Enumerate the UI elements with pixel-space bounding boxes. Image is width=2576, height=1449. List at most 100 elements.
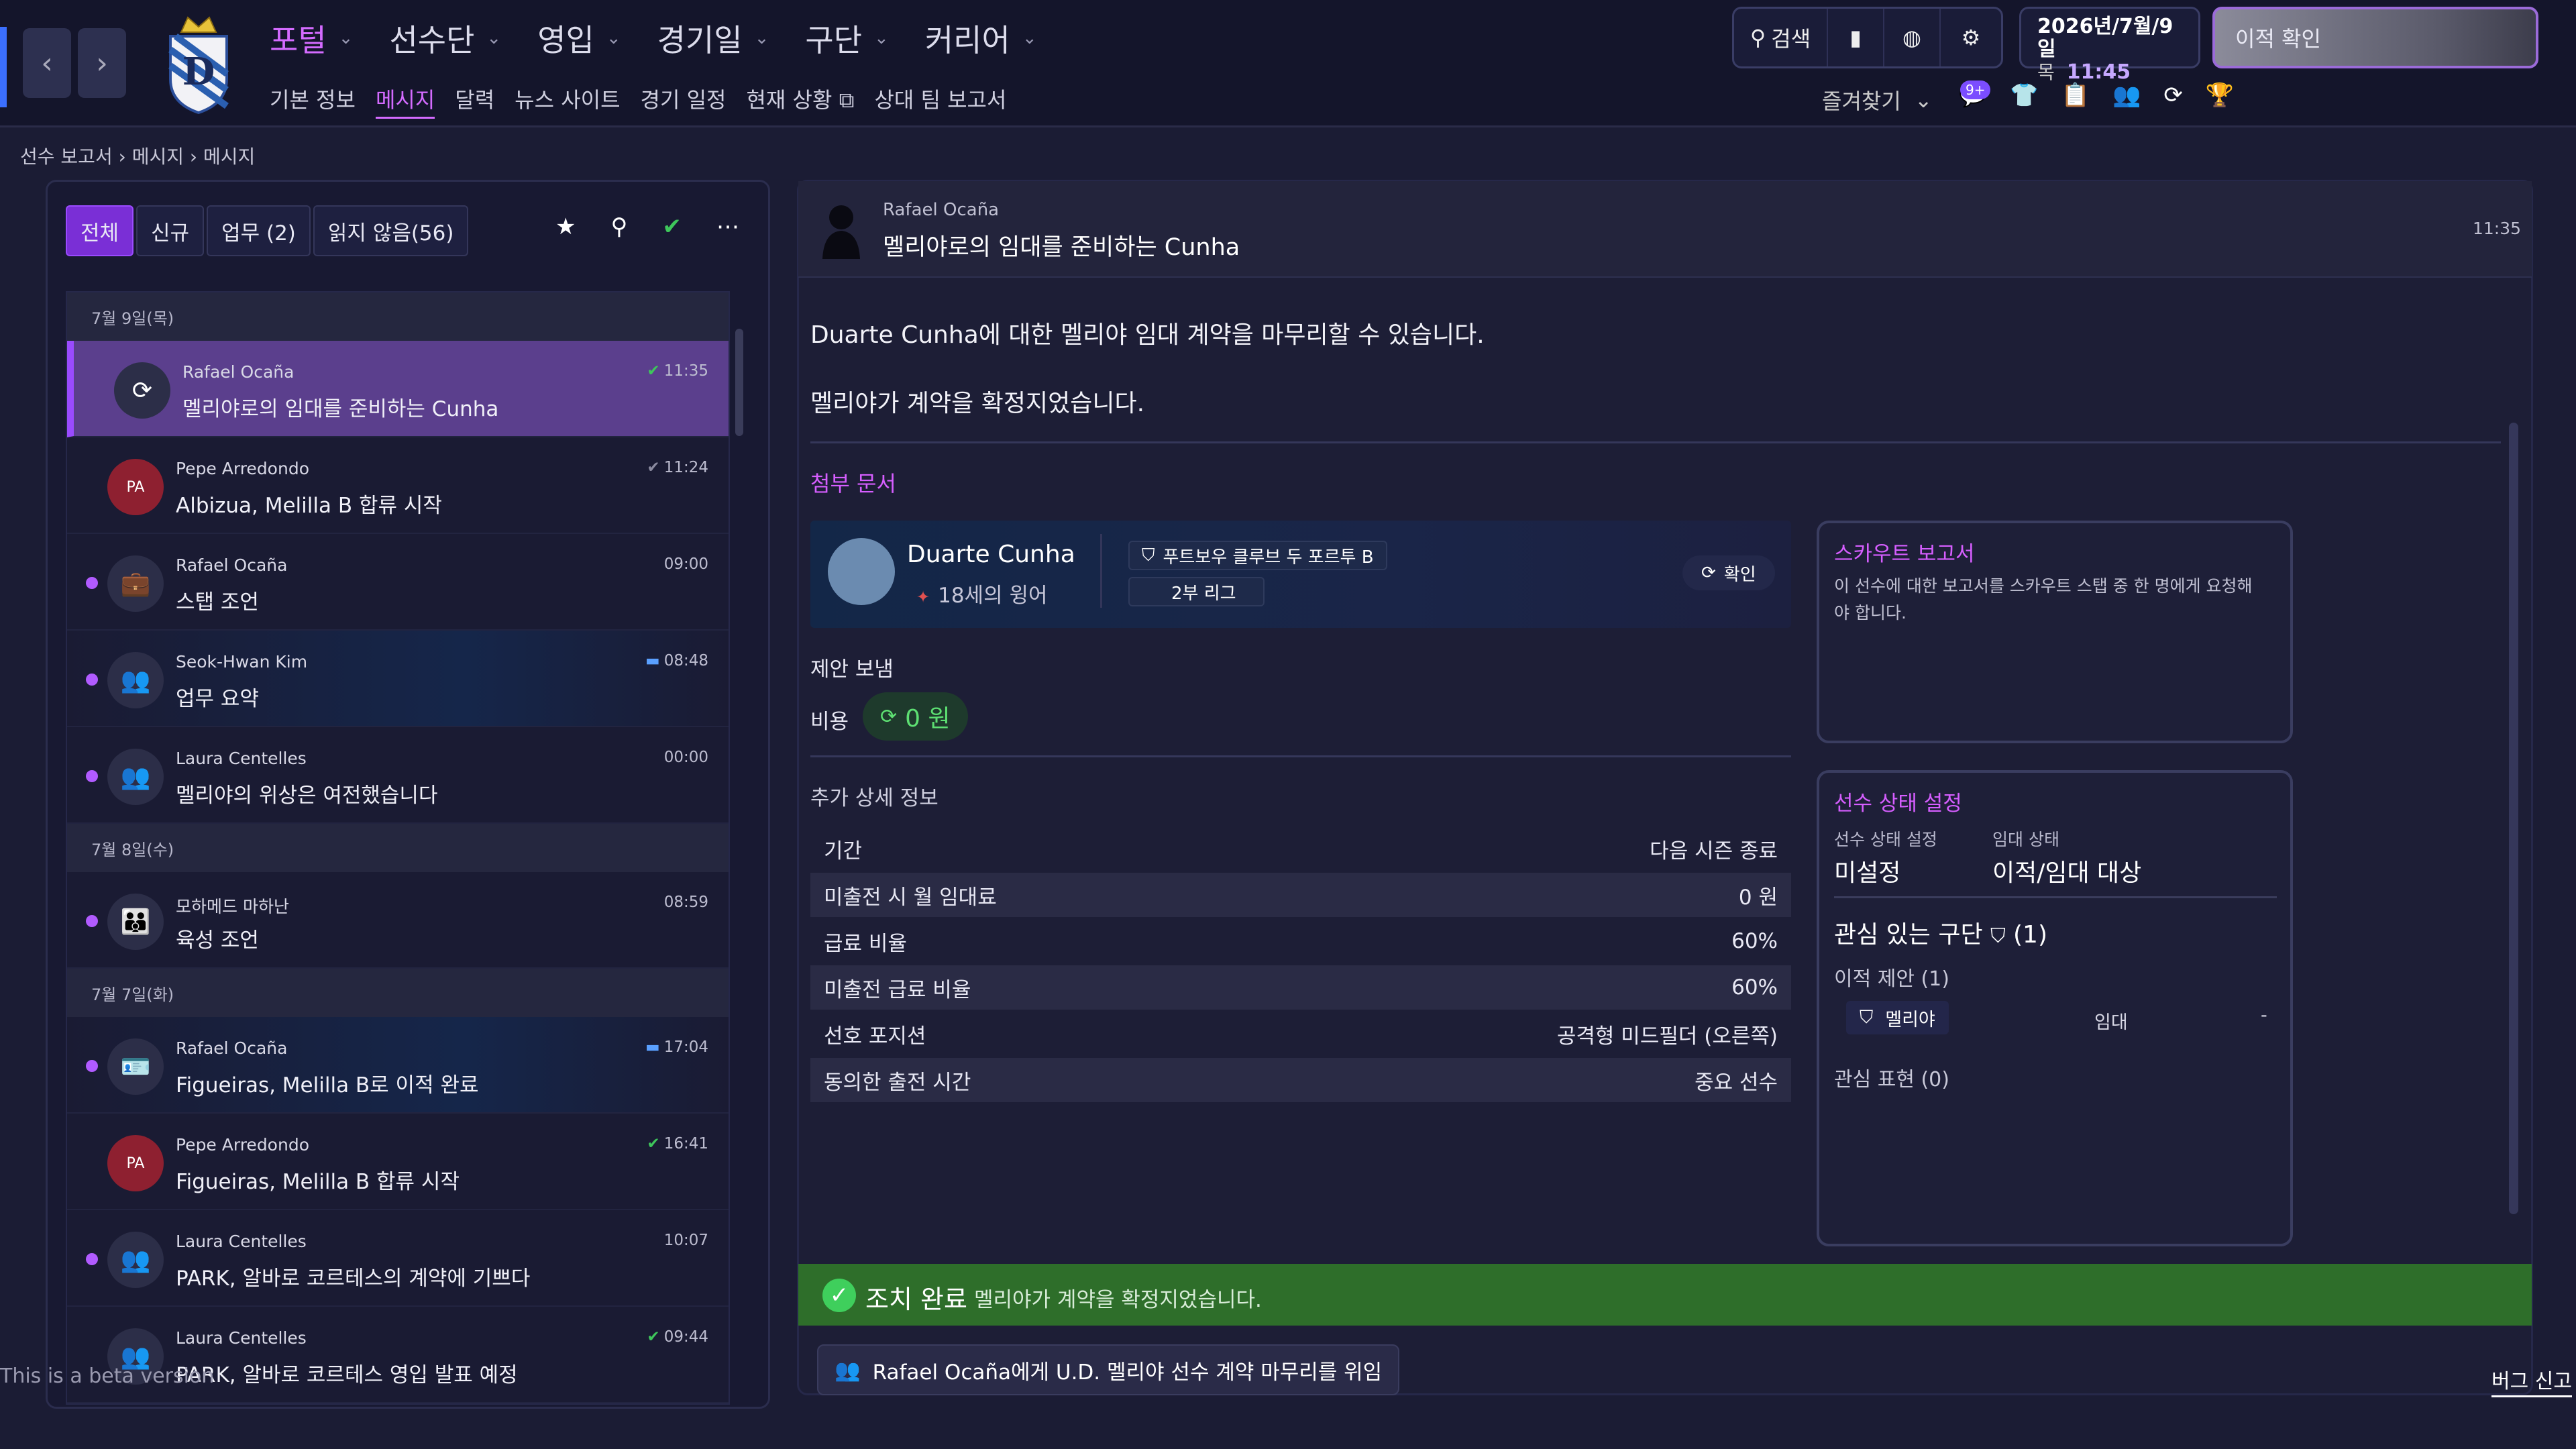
shirt-icon[interactable]: 👕 [2010, 82, 2038, 109]
forward-button[interactable]: › [78, 28, 126, 98]
search-icon[interactable]: ⚲ [610, 213, 627, 240]
detail-key: 선호 포지션 [824, 1024, 926, 1049]
message-scrollbar[interactable] [2509, 423, 2518, 1214]
refresh-icon[interactable]: ⟳ [2163, 82, 2183, 109]
message-sender: Seok-Hwan Kim [176, 652, 308, 672]
staff-icon: 👥 [835, 1358, 861, 1383]
message-subject: 업무 요약 [176, 687, 259, 711]
status-label: 선수 상태 설정 [1834, 830, 1937, 849]
offer-club-chip[interactable]: ⛉ 멜리야 [1846, 1001, 1949, 1034]
message-body-line: 멜리야가 계약을 확정지었습니다. [810, 390, 1145, 417]
subnav-overview[interactable]: 기본 정보 [270, 83, 356, 119]
divider [1834, 896, 2277, 898]
nav-career[interactable]: 커리어 ⌄ [925, 16, 1037, 60]
filter-new[interactable]: 신규 [136, 205, 205, 256]
message-item[interactable]: 💼 Rafael Ocaña 스탭 조언 09:00 [67, 534, 729, 631]
date-group-header: 7월 9일(목) [67, 292, 729, 341]
current-date: 2026년/7월/9일 [2037, 15, 2174, 61]
message-time-wrap: ✔ 11:24 [647, 459, 708, 476]
nav-matchday[interactable]: 경기일 ⌄ [657, 16, 769, 60]
subnav-status[interactable]: 현재 상황 ⧉ [746, 83, 854, 119]
nav-squad[interactable]: 선수단 ⌄ [389, 16, 501, 60]
gear-icon: ⚙ [1961, 25, 1981, 50]
shield-icon: ⛉ [1990, 924, 2006, 948]
refresh-icon: ⟳ [880, 704, 898, 729]
chevron-right-icon: › [96, 46, 108, 80]
offer-club-name: 멜리야 [1885, 1009, 1935, 1030]
offer-fee: - [2261, 1005, 2267, 1026]
inbox-tools: ★ ⚲ ✔ ⋯ [555, 213, 739, 240]
check-circle-icon: ✓ [822, 1279, 856, 1312]
subnav-news[interactable]: 뉴스 사이트 [515, 83, 620, 119]
message-item[interactable]: 👥 Laura Centelles PARK, 알바로 코르테스의 계약에 기쁘다 1… [67, 1210, 729, 1307]
message-subject: Albizua, Melilla B 합류 시작 [176, 494, 442, 518]
nav-recruitment[interactable]: 영입 ⌄ [537, 16, 621, 60]
loan-status-value[interactable]: 이적/임대 대상 [1992, 853, 2141, 888]
search-icon: ⚲ [1750, 25, 1766, 50]
message-item[interactable]: 👥 Laura Centelles PARK, 알바로 코르테스 영입 발표 예정 ✔… [67, 1307, 729, 1403]
date-box[interactable]: 2026년/7월/9일 목 11:45 [2019, 7, 2200, 84]
scout-report-desc: 이 선수에 대한 보고서를 스카우트 스탭 중 한 명에게 요청해야 합니다. [1834, 576, 2253, 623]
unread-dot-icon [86, 915, 98, 927]
message-time: 09:44 [663, 1328, 708, 1346]
nav-club[interactable]: 구단 ⌄ [805, 16, 888, 60]
inbox-scrollbar[interactable] [735, 329, 743, 436]
extra-details-title: 추가 상세 정보 [810, 786, 938, 810]
search-button[interactable]: ⚲ 검색 [1734, 9, 1828, 66]
staff-icon[interactable]: 👥 [2112, 82, 2141, 109]
chevron-left-icon: ‹ [41, 46, 53, 80]
player-league[interactable]: 2부 리그 [1128, 577, 1265, 606]
filter-unread[interactable]: 읽지 않음(56) [313, 205, 469, 256]
mark-read-icon[interactable]: ✔ [662, 213, 682, 240]
delegate-button[interactable]: 👥 Rafael Ocaña에게 U.D. 멜리야 선수 계약 마무리를 위임 [817, 1344, 1400, 1395]
star-icon[interactable]: ★ [555, 213, 576, 240]
player-club[interactable]: ⛉ 푸트보우 클루브 두 포르투 B [1128, 541, 1387, 570]
document-icon[interactable]: 📋 [2061, 82, 2090, 109]
subnav-fixtures[interactable]: 경기 일정 [641, 83, 727, 119]
breadcrumb-item[interactable]: 메시지 [132, 146, 184, 168]
status-value[interactable]: 미설정 [1834, 853, 1900, 888]
message-item[interactable]: 👥 Laura Centelles 멜리야의 위상은 여전했습니다 00:00 [67, 727, 729, 824]
message-item[interactable]: 👥 Seok-Hwan Kim 업무 요약 ▬ 08:48 [67, 631, 729, 727]
player-card[interactable] [810, 521, 1791, 628]
message-time: 11:35 [2473, 219, 2522, 238]
detail-row: 미출전 급료 비율 60% [810, 965, 1791, 1010]
world-button[interactable]: ◍ [1884, 9, 1941, 66]
club-crest-logo[interactable]: D [161, 9, 236, 114]
bookmark-button[interactable]: ▮ [1828, 9, 1884, 66]
more-icon[interactable]: ⋯ [716, 213, 739, 240]
settings-button[interactable]: ⚙ [1941, 9, 2001, 66]
back-button[interactable]: ‹ [23, 28, 71, 98]
filter-all[interactable]: 전체 [66, 205, 134, 256]
breadcrumb-item[interactable]: 선수 보고서 [20, 146, 113, 168]
favorites-dropdown[interactable]: 즐겨찾기 ⌄ [1822, 85, 1933, 115]
message-subject: 멜리야로의 임대를 준비하는 Cunha [883, 234, 1240, 261]
transfer-offers-label: 이적 제안 (1) [1834, 967, 1949, 991]
message-item[interactable]: 🪪 Rafael Ocaña Figueiras, Melilla B로 이적 완료… [67, 1017, 729, 1114]
detail-row: 기간 다음 시즌 종료 [810, 826, 1791, 871]
bug-report-link[interactable]: 버그 신고 [2491, 1364, 2572, 1397]
message-item[interactable]: 👪 모하메드 마하난 육성 조언 08:59 [67, 872, 729, 969]
message-item[interactable]: PA Pepe Arredondo Albizua, Melilla B 합류 시작… [67, 437, 729, 534]
message-time: 16:41 [663, 1135, 708, 1152]
confirm-button[interactable]: ⟳ 확인 [1682, 555, 1775, 590]
message-time-wrap: ✔ 09:44 [647, 1328, 708, 1346]
read-check-icon: ✔ [647, 362, 660, 380]
message-sender: Rafael Ocaña [176, 555, 288, 575]
subnav-messages[interactable]: 메시지 [375, 83, 435, 119]
trophy-icon[interactable]: 🏆 [2206, 82, 2234, 109]
subnav-opposition-report[interactable]: 상대 팀 보고서 [874, 83, 1006, 119]
sender-avatar: PA [107, 1135, 164, 1191]
offer-sent-label: 제안 보냄 [810, 657, 894, 682]
player-name[interactable]: Duarte Cunha [907, 541, 1075, 568]
nav-portal[interactable]: 포털 ⌄ [270, 16, 353, 60]
detail-row: 급료 비율 60% [810, 919, 1791, 963]
continue-button[interactable]: 이적 확인 [2212, 7, 2538, 68]
message-sender: 모하메드 마하난 [176, 897, 289, 916]
message-item[interactable]: PA Pepe Arredondo Figueiras, Melilla B 합류 … [67, 1114, 729, 1210]
subnav-calendar[interactable]: 달력 [455, 83, 494, 119]
detail-key: 미출전 시 월 임대료 [824, 885, 997, 910]
filter-tasks[interactable]: 업무 (2) [207, 205, 311, 256]
player-description: ✦ 18세의 윙어 [916, 578, 1048, 608]
message-item[interactable]: ⟳ Rafael Ocaña 멜리야로의 임대를 준비하는 Cunha ✔ 11:35 [67, 341, 729, 437]
